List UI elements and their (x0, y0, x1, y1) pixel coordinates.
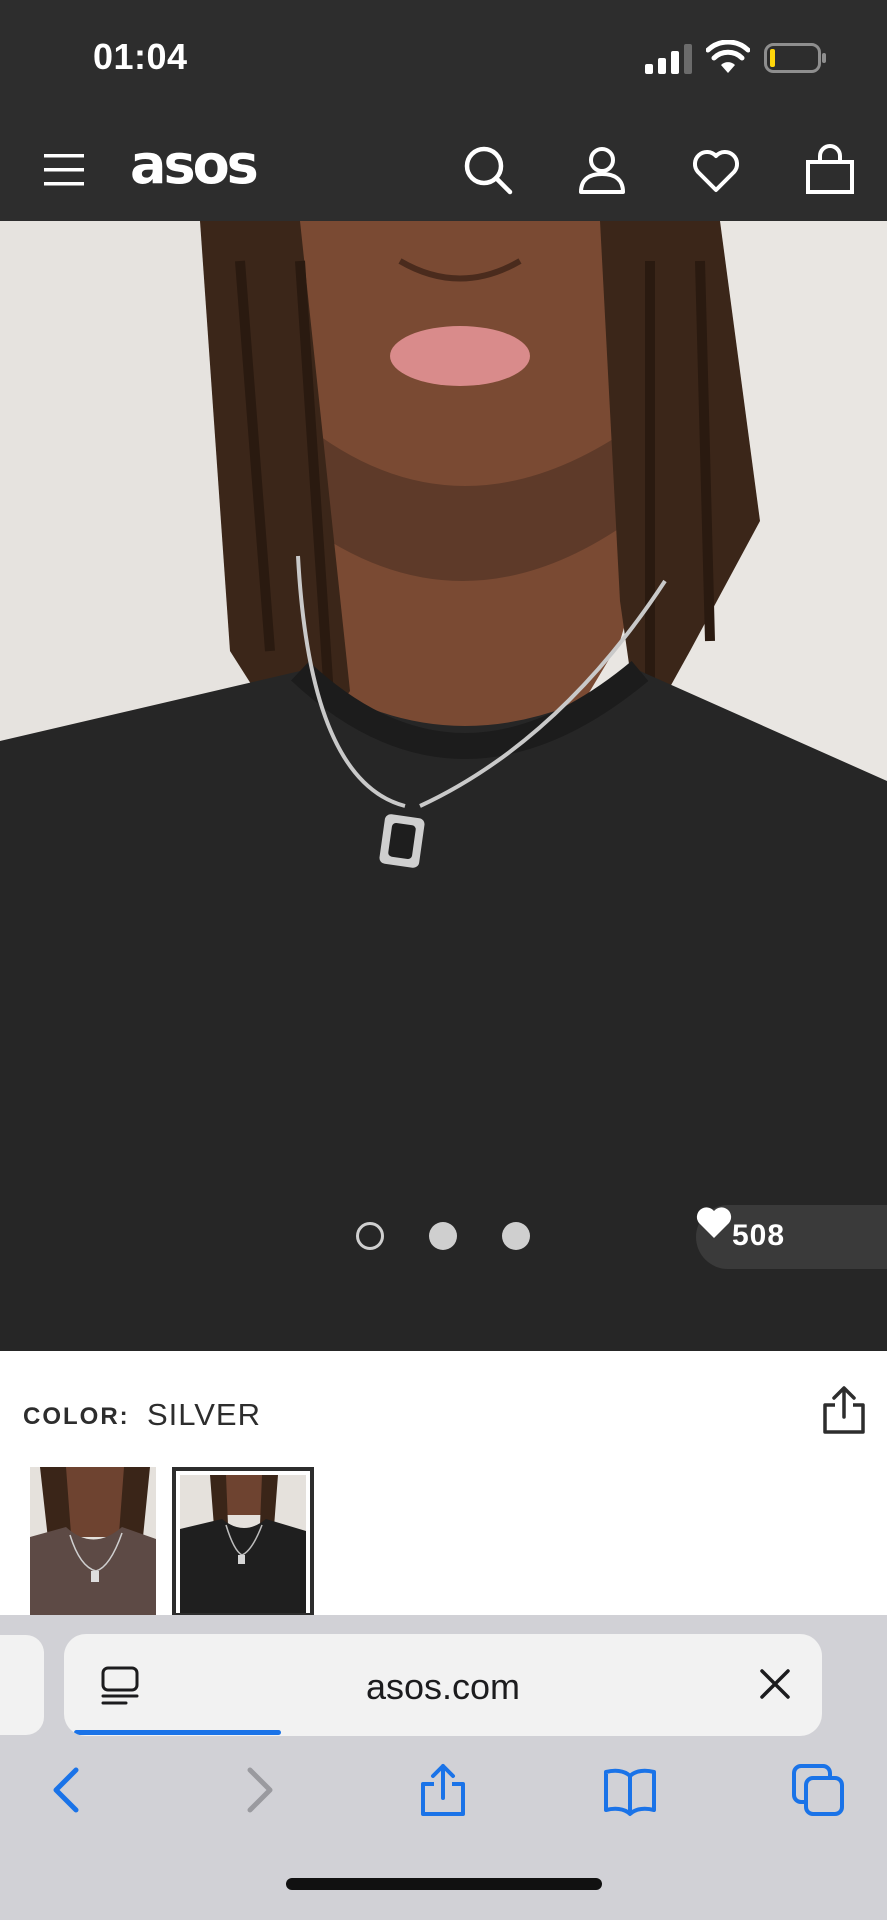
carousel-dot-2[interactable] (429, 1222, 457, 1250)
chevron-right-icon[interactable] (230, 1762, 286, 1818)
share-icon[interactable] (415, 1762, 471, 1818)
battery-low-icon (764, 43, 826, 73)
thumbnail-image (30, 1467, 156, 1617)
share-icon[interactable] (822, 1385, 866, 1435)
product-image[interactable]: 508 (0, 221, 887, 1351)
chevron-left-icon[interactable] (40, 1762, 96, 1818)
book-icon[interactable] (602, 1762, 658, 1818)
address-bar[interactable]: asos.com (64, 1634, 822, 1736)
status-time: 01:04 (93, 36, 188, 77)
account-icon[interactable] (576, 144, 628, 196)
thumbnail-image (180, 1475, 306, 1613)
shopping-bag-icon[interactable] (804, 144, 856, 196)
color-value: SILVER (147, 1397, 261, 1432)
search-icon[interactable] (462, 144, 514, 196)
color-label: COLOR: (23, 1403, 130, 1430)
product-photo (0, 221, 887, 1351)
heart-icon[interactable] (690, 144, 742, 196)
heart-filled-icon (696, 1207, 732, 1238)
close-icon[interactable] (758, 1667, 792, 1701)
carousel-dot-3[interactable] (502, 1222, 530, 1250)
color-thumbnail-1[interactable] (30, 1467, 156, 1617)
likes-count: 508 (732, 1219, 786, 1252)
url-text: asos.com (365, 1666, 521, 1707)
color-thumbnail-2-selected[interactable] (172, 1467, 314, 1617)
carousel-dot-1[interactable] (356, 1222, 384, 1250)
browser-toolbar: asos.com (0, 1615, 887, 1920)
likes-badge[interactable]: 508 (696, 1205, 887, 1269)
home-indicator[interactable] (286, 1878, 602, 1890)
site-header: asos (0, 118, 887, 221)
status-bar: 01:04 (0, 0, 887, 118)
tabs-icon[interactable] (790, 1762, 846, 1818)
color-section: COLOR: SILVER (0, 1351, 887, 1617)
wifi-icon (706, 40, 750, 73)
hamburger-menu-icon[interactable] (40, 146, 88, 194)
page-load-progress (74, 1730, 281, 1735)
cellular-signal-icon (645, 44, 692, 74)
asos-logo[interactable]: asos (130, 133, 259, 196)
previous-tab-edge[interactable] (0, 1635, 44, 1735)
